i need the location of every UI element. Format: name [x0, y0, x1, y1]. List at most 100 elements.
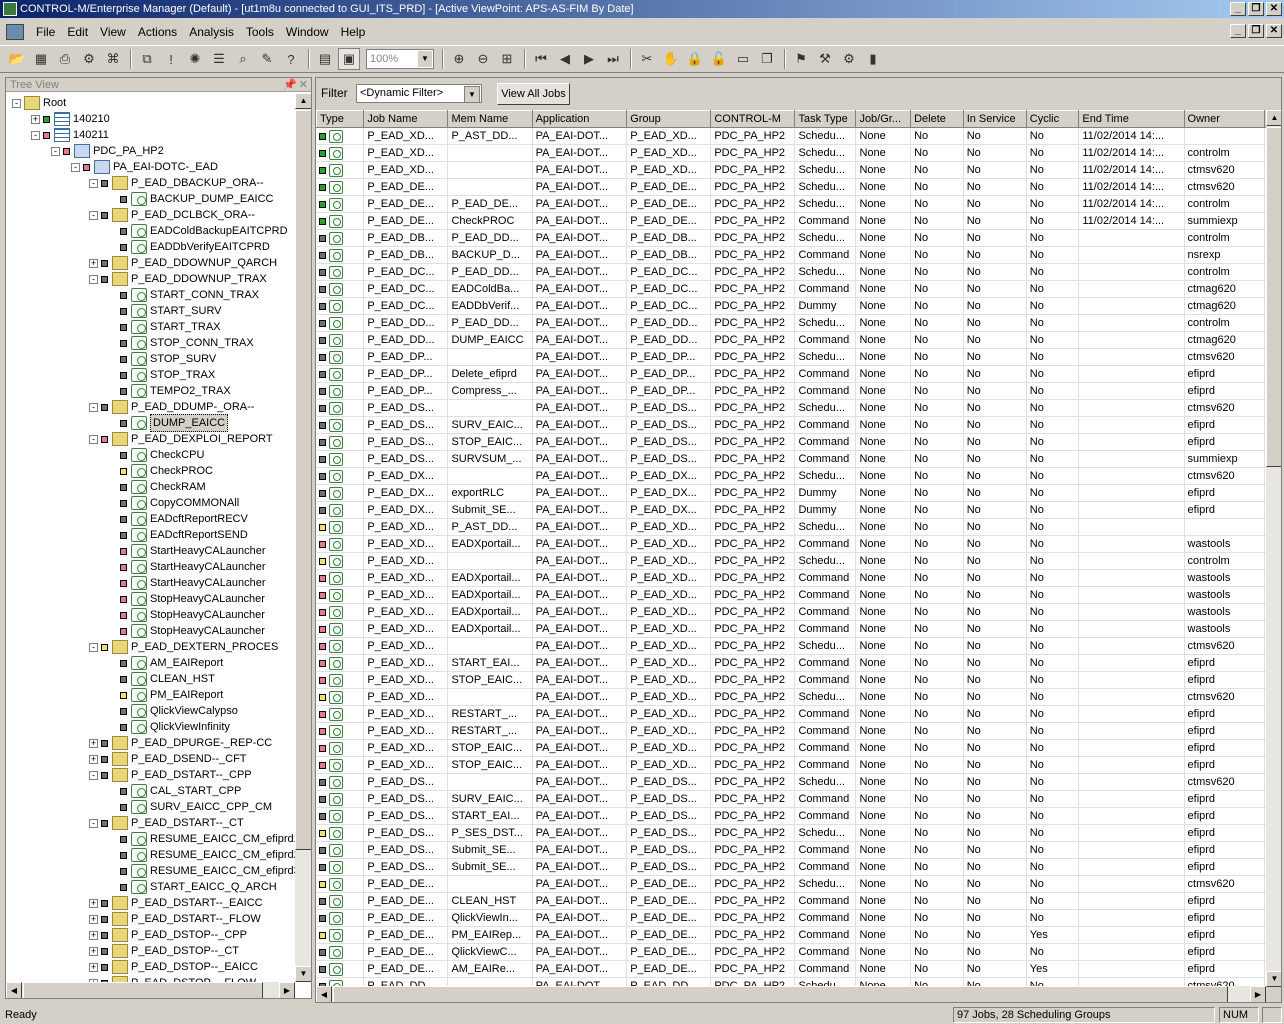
- pin-icon[interactable]: 📌: [283, 78, 297, 92]
- expand-icon[interactable]: +: [89, 946, 98, 956]
- table-row[interactable]: P_EAD_DC... EADDbVerif... PA_EAI-DOT... P_E…: [316, 297, 1266, 315]
- column-header[interactable]: Delete: [910, 110, 964, 128]
- tree-node[interactable]: START_TRAX: [108, 319, 221, 335]
- tree-node[interactable]: QlickViewInfinity: [108, 719, 230, 735]
- scroll-left-icon[interactable]: ◀: [6, 982, 22, 998]
- scroll-thumb[interactable]: [295, 110, 311, 850]
- table-row[interactable]: P_EAD_DS... SURVSUM_... PA_EAI-DOT... P_EAD…: [316, 450, 1266, 468]
- tree-node[interactable]: + P_EAD_DSTOP--_EAICC: [89, 959, 258, 975]
- tree-node[interactable]: +P_EAD_DSTOP--_FLOW: [89, 975, 256, 982]
- restore-button[interactable]: ❐: [1248, 2, 1264, 16]
- tool-icon[interactable]: ⚒: [814, 48, 836, 70]
- menu-actions[interactable]: Actions: [132, 20, 183, 44]
- table-row[interactable]: P_EAD_DX... PA_EAI-DOT... P_EAD_DX... PDC_P…: [316, 467, 1266, 485]
- hand-icon[interactable]: ✋: [660, 48, 682, 70]
- fit-icon[interactable]: ⊞: [496, 48, 518, 70]
- tree-node[interactable]: QlickViewCalypso: [108, 703, 238, 719]
- grid-toggle-icon[interactable]: ▣: [338, 48, 360, 70]
- table-row[interactable]: P_EAD_DP... PA_EAI-DOT... P_EAD_DP... PDC_P…: [316, 348, 1266, 366]
- tree-node[interactable]: - P_EAD_DCLBCK_ORA--: [89, 207, 255, 223]
- expand-icon[interactable]: +: [89, 258, 98, 268]
- tree-node[interactable]: - P_EAD_DEXTERN_PROCES: [89, 639, 278, 655]
- table-row[interactable]: P_EAD_DS... PA_EAI-DOT... P_EAD_DS... PDC_P…: [316, 773, 1266, 791]
- tree-node[interactable]: StopHeavyCALauncher: [108, 591, 265, 607]
- table-row[interactable]: P_EAD_DE... AM_EAIRe... PA_EAI-DOT... P_EAD…: [316, 960, 1266, 978]
- scroll-thumb[interactable]: [1266, 127, 1281, 467]
- tree-node[interactable]: + P_EAD_DSEND--_CFT: [89, 751, 247, 767]
- table-row[interactable]: P_EAD_XD... PA_EAI-DOT... P_EAD_XD... PDC_P…: [316, 637, 1266, 655]
- table-row[interactable]: P_EAD_XD... STOP_EAIC... PA_EAI-DOT... P_EA…: [316, 739, 1266, 757]
- table-row[interactable]: P_EAD_XD... EADXportail... PA_EAI-DOT... P_…: [316, 603, 1266, 621]
- menu-window[interactable]: Window: [280, 20, 335, 44]
- gear-icon[interactable]: ⚙: [838, 48, 860, 70]
- table-row[interactable]: P_EAD_DP... Delete_efiprd PA_EAI-DOT... P_E…: [316, 365, 1266, 383]
- table-row[interactable]: P_EAD_DE... QlickViewIn... PA_EAI-DOT... P_…: [316, 909, 1266, 927]
- grid-view-icon[interactable]: ▦: [30, 48, 52, 70]
- collapse-icon[interactable]: -: [89, 178, 98, 188]
- table-row[interactable]: P_EAD_DS... Submit_SE... PA_EAI-DOT... P_EA…: [316, 858, 1266, 876]
- view-all-jobs-button[interactable]: View All Jobs: [497, 83, 570, 105]
- table-row[interactable]: P_EAD_DE... PA_EAI-DOT... P_EAD_DE... PDC_P…: [316, 875, 1266, 893]
- column-header[interactable]: Mem Name: [447, 110, 533, 128]
- table-row[interactable]: P_EAD_DE... CLEAN_HST PA_EAI-DOT... P_EAD_D…: [316, 892, 1266, 910]
- menu-view[interactable]: View: [94, 20, 132, 44]
- menu-edit[interactable]: Edit: [61, 20, 94, 44]
- minimize-button[interactable]: _: [1230, 2, 1246, 16]
- tree-node[interactable]: - P_EAD_DDUMP-_ORA--: [89, 399, 254, 415]
- menu-help[interactable]: Help: [335, 20, 372, 44]
- table-row[interactable]: P_EAD_DD... PA_EAI-DOT... P_EAD_DD... PDC_P…: [316, 977, 1266, 986]
- close-button[interactable]: ✕: [1266, 2, 1282, 16]
- scroll-thumb[interactable]: [23, 982, 263, 998]
- table-row[interactable]: P_EAD_XD... EADXportail... PA_EAI-DOT... P_…: [316, 569, 1266, 587]
- copy-icon[interactable]: ⧉: [136, 48, 158, 70]
- column-header[interactable]: Group: [626, 110, 712, 128]
- collapse-icon[interactable]: -: [89, 434, 98, 444]
- tree-node[interactable]: CAL_START_CPP: [108, 783, 241, 799]
- tree-node[interactable]: STOP_CONN_TRAX: [108, 335, 254, 351]
- column-header[interactable]: Application: [531, 110, 628, 128]
- table-row[interactable]: P_EAD_DC... EADColdBa... PA_EAI-DOT... P_EA…: [316, 280, 1266, 298]
- tree-node[interactable]: - PDC_PA_HP2: [51, 143, 164, 159]
- table-row[interactable]: P_EAD_XD... RESTART_... PA_EAI-DOT... P_EAD…: [316, 705, 1266, 723]
- tree-node[interactable]: CopyCOMMONAll: [108, 495, 239, 511]
- scroll-down-icon[interactable]: ▼: [1266, 971, 1281, 987]
- collapse-icon[interactable]: -: [12, 98, 21, 108]
- tree-node[interactable]: EADColdBackupEAITCPRD: [108, 223, 288, 239]
- tree-node[interactable]: CheckPROC: [108, 463, 213, 479]
- pin-icon[interactable]: ⚑: [790, 48, 812, 70]
- collapse-icon[interactable]: -: [31, 130, 40, 140]
- scroll-up-icon[interactable]: ▲: [295, 93, 311, 109]
- column-header[interactable]: Owner: [1183, 110, 1266, 128]
- tree-node[interactable]: - Root: [12, 95, 66, 111]
- collapse-icon[interactable]: -: [71, 162, 80, 172]
- scroll-left-icon[interactable]: ◀: [316, 986, 332, 1002]
- tree-node[interactable]: STOP_SURV: [108, 351, 216, 367]
- atom-icon[interactable]: ✺: [184, 48, 206, 70]
- tree-node[interactable]: StartHeavyCALauncher: [108, 575, 266, 591]
- print-icon[interactable]: ⎙: [54, 48, 76, 70]
- doc-close-button[interactable]: ✕: [1266, 24, 1282, 38]
- table-row[interactable]: P_EAD_XD... PA_EAI-DOT... P_EAD_XD... PDC_P…: [316, 688, 1266, 706]
- tree-node[interactable]: PM_EAIReport: [108, 687, 223, 703]
- help-icon[interactable]: ?: [280, 48, 302, 70]
- cut-icon[interactable]: ✂: [636, 48, 658, 70]
- doc-minimize-button[interactable]: _: [1230, 24, 1246, 38]
- collapse-icon[interactable]: -: [89, 210, 98, 220]
- grid-horizontal-scrollbar[interactable]: ◀ ▶: [316, 986, 1266, 1002]
- table-row[interactable]: P_EAD_DX... Submit_SE... PA_EAI-DOT... P_EA…: [316, 501, 1266, 519]
- tree-node[interactable]: + P_EAD_DDOWNUP_QARCH: [89, 255, 277, 271]
- table-row[interactable]: P_EAD_XD... STOP_EAIC... PA_EAI-DOT... P_EA…: [316, 756, 1266, 774]
- table-row[interactable]: P_EAD_XD... EADXportail... PA_EAI-DOT... P_…: [316, 620, 1266, 638]
- table-row[interactable]: P_EAD_XD... P_AST_DD... PA_EAI-DOT... P_EAD…: [316, 127, 1266, 145]
- table-row[interactable]: P_EAD_DE... QlickViewC... PA_EAI-DOT... P_E…: [316, 943, 1266, 961]
- layout-icon[interactable]: ▤: [314, 48, 336, 70]
- tree-node[interactable]: AM_EAIReport: [108, 655, 223, 671]
- menu-analysis[interactable]: Analysis: [183, 20, 240, 44]
- table-row[interactable]: P_EAD_DS... STOP_EAIC... PA_EAI-DOT... P_EA…: [316, 433, 1266, 451]
- scroll-up-icon[interactable]: ▲: [1266, 110, 1281, 126]
- scroll-thumb[interactable]: [333, 986, 1228, 1002]
- table-row[interactable]: P_EAD_XD... P_AST_DD... PA_EAI-DOT... P_EAD…: [316, 518, 1266, 536]
- collapse-icon[interactable]: -: [89, 818, 98, 828]
- collapse-icon[interactable]: -: [89, 402, 98, 412]
- expand-icon[interactable]: +: [89, 738, 98, 748]
